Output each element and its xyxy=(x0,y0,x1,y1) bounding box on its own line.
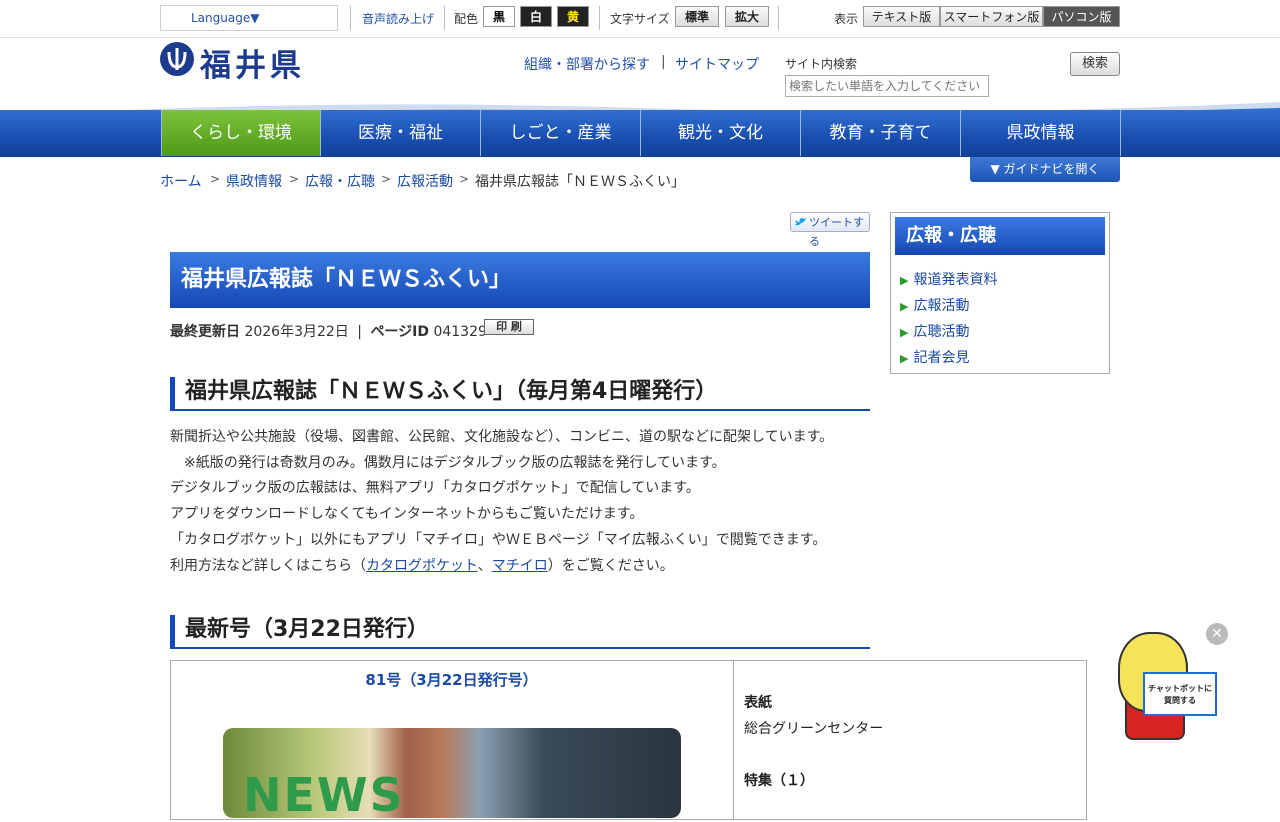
divider xyxy=(778,6,779,30)
usage-text: 利用方法など詳しくはこちら（ xyxy=(170,558,366,574)
sidebar-item-label: 広聴活動 xyxy=(913,324,970,340)
font-standard-button[interactable]: 標準 xyxy=(675,6,719,27)
body-paragraph: 新聞折込や公共施設（役場、図書館、公民館、文化施設など）、コンビニ、道の駅などに… xyxy=(170,429,834,445)
issue-number-link[interactable]: 81号（3月22日発行号） xyxy=(170,669,733,690)
nav-tourism-culture[interactable]: 観光・文化 xyxy=(641,110,801,156)
nav-medical-welfare[interactable]: 医療・福祉 xyxy=(321,110,481,156)
search-button[interactable]: 検索 xyxy=(1070,52,1120,76)
sidebar-item-label: 報道発表資料 xyxy=(913,272,998,288)
machiiro-link[interactable]: マチイロ xyxy=(492,558,548,574)
nav-prefectural-admin[interactable]: 県政情報 xyxy=(961,110,1121,156)
pc-version-button[interactable]: パソコン版 xyxy=(1043,6,1120,27)
print-button[interactable]: 印 刷 xyxy=(484,319,534,335)
sidebar-item-press-conference[interactable]: ▶ 記者会見 xyxy=(900,347,969,367)
breadcrumb-sep: > xyxy=(381,172,392,186)
voice-reader-link[interactable]: 音声読み上げ xyxy=(362,10,434,27)
nav-education-childcare[interactable]: 教育・子育て xyxy=(801,110,961,156)
breadcrumb-admin[interactable]: 県政情報 xyxy=(226,171,282,191)
page-meta: 最終更新日 2026年3月22日 | ページID 041329 xyxy=(170,321,487,341)
meta-separator: | xyxy=(357,324,362,340)
tweet-label: ツイートする xyxy=(809,216,864,248)
usage-comma: 、 xyxy=(477,558,492,574)
sidebar-title: 広報・広聴 xyxy=(895,217,1105,255)
sitemap-link[interactable]: サイトマップ xyxy=(675,54,759,74)
sidebar-item-label: 広報活動 xyxy=(913,298,970,314)
updated-label: 最終更新日 xyxy=(170,324,240,340)
header-link-separator: | xyxy=(661,54,666,70)
page-id-label: ページID xyxy=(370,324,429,340)
body-paragraph: デジタルブック版の広報誌は、無料アプリ「カタログポケット」で配信しています。 xyxy=(170,480,700,496)
guide-navi-button[interactable]: ▼ ガイドナビを開く xyxy=(970,157,1120,182)
color-white-button[interactable]: 白 xyxy=(520,6,552,27)
breadcrumb-sep: > xyxy=(210,172,221,186)
breadcrumb-pr[interactable]: 広報・広聴 xyxy=(305,171,375,191)
text-version-button[interactable]: テキスト版 xyxy=(863,6,940,27)
triangle-bullet-icon: ▶ xyxy=(900,326,909,339)
sidebar-item-pr-activities[interactable]: ▶ 広報活動 xyxy=(900,295,969,315)
site-logo[interactable]: 福井県 xyxy=(200,40,305,85)
color-yellow-button[interactable]: 黄 xyxy=(557,6,589,27)
body-paragraph: アプリをダウンロードしなくてもインターネットからもご覧いただけます。 xyxy=(170,506,644,522)
color-black-button[interactable]: 黒 xyxy=(483,6,515,27)
table-column-divider xyxy=(733,660,734,820)
section-heading-latest: 最新号（3月22日発行） xyxy=(170,615,870,649)
language-select[interactable]: Language▼ xyxy=(160,5,338,31)
divider xyxy=(599,6,600,30)
page-id-value: 041329 xyxy=(433,324,487,340)
breadcrumb-current: 福井県広報誌「ＮＥＷＳふくい」 xyxy=(475,174,685,190)
sidebar-item-hearing-activities[interactable]: ▶ 広聴活動 xyxy=(900,321,969,341)
body-paragraph: 利用方法など詳しくはこちら（カタログポケット、マチイロ）をご覧ください。 xyxy=(170,555,674,575)
site-search-input[interactable] xyxy=(785,75,989,97)
cover-value: 総合グリーンセンター xyxy=(744,721,884,737)
color-scheme-label: 配色 xyxy=(454,12,479,26)
font-enlarge-button[interactable]: 拡大 xyxy=(725,6,769,27)
cover-label: 表紙 xyxy=(744,695,772,711)
updated-value: 2026年3月22日 xyxy=(244,324,349,340)
breadcrumb-sep: > xyxy=(459,172,470,186)
view-label: 表示 xyxy=(834,12,859,26)
nav-work-industry[interactable]: しごと・産業 xyxy=(481,110,641,156)
body-paragraph: ※紙版の発行は奇数月のみ。偶数月にはデジタルブック版の広報誌を発行しています。 xyxy=(170,455,726,471)
triangle-bullet-icon: ▶ xyxy=(900,352,909,365)
chatbot-close-button[interactable]: ✕ xyxy=(1206,623,1228,645)
sidebar-item-press-releases[interactable]: ▶ 報道発表資料 xyxy=(900,269,997,289)
sidebar-item-label: 記者会見 xyxy=(913,350,970,366)
smartphone-version-button[interactable]: スマートフォン版 xyxy=(940,6,1043,27)
feature-label: 特集（１） xyxy=(744,773,814,789)
usage-text-end: ）をご覧ください。 xyxy=(547,558,674,574)
catalog-pocket-link[interactable]: カタログポケット xyxy=(366,558,478,574)
divider xyxy=(444,6,445,30)
fukui-emblem-icon[interactable] xyxy=(160,42,194,76)
breadcrumb-pr-activities[interactable]: 広報活動 xyxy=(397,171,453,191)
org-search-link[interactable]: 組織・部署から探す xyxy=(524,54,650,74)
breadcrumb-sep: > xyxy=(289,172,300,186)
page-title: 福井県広報誌「ＮＥＷＳふくい」 xyxy=(170,252,870,308)
triangle-bullet-icon: ▶ xyxy=(900,300,909,313)
site-search-label: サイト内検索 xyxy=(785,57,858,71)
tweet-button[interactable]: ツイートする xyxy=(790,212,870,248)
section-heading-about: 福井県広報誌「ＮＥＷＳふくい」（毎月第4日曜発行） xyxy=(170,377,870,411)
chatbot-ask-label: チャットボットに 質問する xyxy=(1148,684,1212,705)
breadcrumb-home[interactable]: ホーム xyxy=(160,171,202,191)
chatbot-ask-sign[interactable]: チャットボットに 質問する xyxy=(1143,672,1217,716)
triangle-bullet-icon: ▶ xyxy=(900,274,909,287)
font-size-label: 文字サイズ xyxy=(610,12,670,26)
cover-title-logo: NEWS xyxy=(243,768,405,822)
body-paragraph: 「カタログポケット」以外にもアプリ「マチイロ」やＷＥＢページ「マイ広報ふくい」で… xyxy=(170,532,827,548)
divider xyxy=(350,6,351,30)
nav-living-environment[interactable]: くらし・環境 xyxy=(161,110,321,156)
twitter-bird-icon xyxy=(795,218,806,226)
